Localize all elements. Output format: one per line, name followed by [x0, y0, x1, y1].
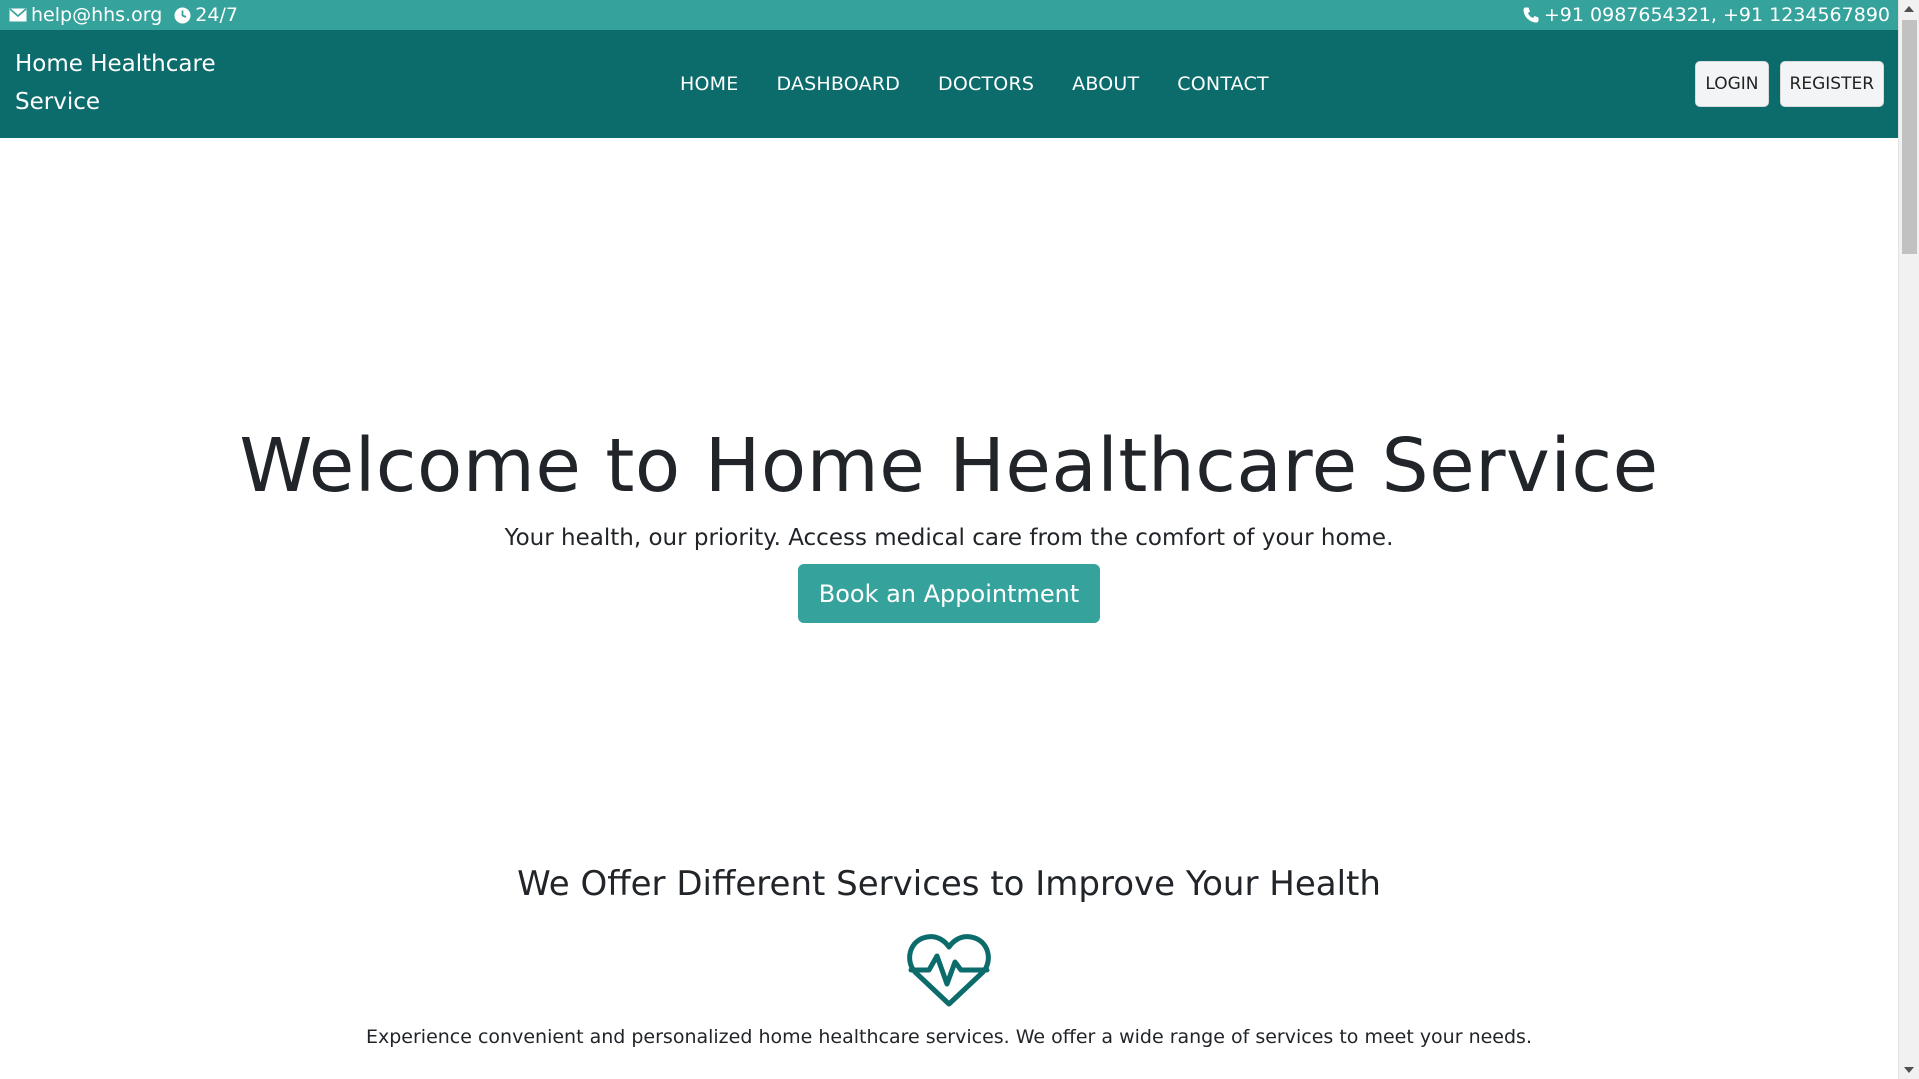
clock-icon	[174, 7, 191, 24]
nav-link-doctors[interactable]: DOCTORS	[919, 73, 1053, 95]
login-button[interactable]: LOGIN	[1695, 61, 1769, 107]
contact-info-left: help@hhs.org 24/7	[9, 0, 238, 30]
services-heading: We Offer Different Services to Improve Y…	[517, 864, 1381, 904]
scroll-down-arrow-icon[interactable]	[1904, 1067, 1914, 1073]
hours-info: 24/7	[174, 4, 238, 26]
book-appointment-button[interactable]: Book an Appointment	[797, 564, 1101, 623]
hours-text: 24/7	[195, 4, 238, 26]
heart-pulse-icon	[907, 932, 991, 1012]
page: help@hhs.org 24/7 +91 0987654321, +91 12…	[0, 0, 1898, 1079]
email-info: help@hhs.org	[9, 4, 162, 26]
hero-title: Welcome to Home Healthcare Service	[239, 423, 1659, 509]
scroll-up-arrow-icon[interactable]	[1904, 6, 1914, 12]
main-navbar: Home Healthcare Service HOME DASHBOARD D…	[0, 30, 1898, 138]
nav-link-contact[interactable]: CONTACT	[1158, 73, 1288, 95]
services-description: Experience convenient and personalized h…	[365, 1026, 1532, 1048]
scrollbar-thumb[interactable]	[1902, 20, 1917, 254]
phone-icon	[1522, 6, 1540, 24]
email-text[interactable]: help@hhs.org	[31, 4, 162, 26]
hero-subtitle: Your health, our priority. Access medica…	[504, 525, 1394, 551]
page-scrollbar[interactable]	[1898, 0, 1919, 1079]
contact-info-right: +91 0987654321, +91 1234567890	[1522, 0, 1890, 30]
nav-link-about[interactable]: ABOUT	[1053, 73, 1158, 95]
nav-links: HOME DASHBOARD DOCTORS ABOUT CONTACT	[680, 30, 1288, 138]
nav-link-dashboard[interactable]: DASHBOARD	[757, 73, 919, 95]
nav-link-home[interactable]: HOME	[680, 73, 757, 95]
hero-cta-wrap: Book an Appointment	[0, 564, 1898, 623]
services-icon-wrap	[0, 932, 1898, 1012]
top-info-bar: help@hhs.org 24/7 +91 0987654321, +91 12…	[0, 0, 1898, 30]
phone-text[interactable]: +91 0987654321, +91 1234567890	[1544, 4, 1890, 26]
register-button[interactable]: REGISTER	[1779, 61, 1884, 107]
brand-logo-text[interactable]: Home Healthcare Service	[15, 45, 235, 121]
auth-buttons: LOGIN REGISTER	[1695, 61, 1884, 107]
envelope-icon	[9, 8, 27, 22]
services-section: We Offer Different Services to Improve Y…	[0, 860, 1898, 1048]
